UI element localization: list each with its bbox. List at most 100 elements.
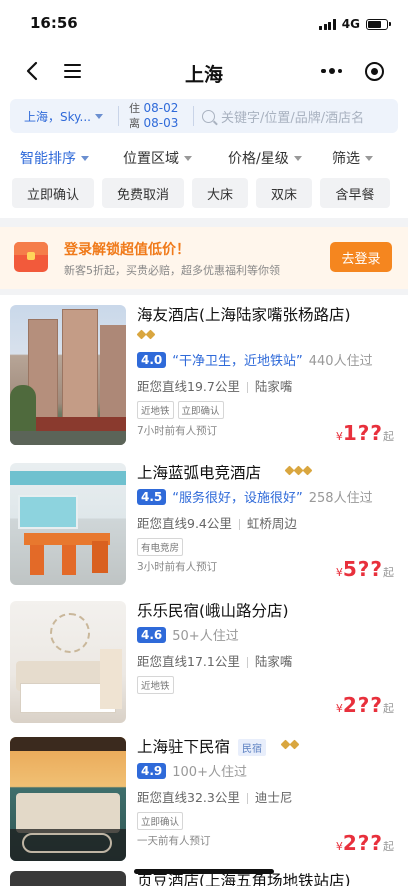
area-text: 陆家嘴	[254, 654, 293, 669]
rating-row: 4.9 100+人住过	[137, 761, 247, 780]
stay-count: 100+人住过	[172, 765, 247, 780]
nav-bar: 上海	[0, 48, 408, 96]
home-indicator	[134, 869, 274, 874]
hotel-name: 乐乐民宿(峨山路分店)	[137, 602, 289, 620]
chevron-down-icon	[94, 113, 103, 119]
filter-label: 筛选	[332, 151, 360, 167]
hotel-photo	[10, 305, 126, 445]
login-promo-banner: 登录解锁超值低价！ 新客5折起，买贵必赔，超多优惠福利等你领 去登录	[0, 227, 408, 289]
price-suffix: 起	[383, 566, 394, 579]
diamond-rating-icon	[136, 329, 156, 340]
price: ¥2??起	[336, 831, 394, 855]
city-selector[interactable]: 上海，Sky...	[10, 108, 118, 125]
price: ¥5??起	[336, 557, 394, 581]
filter-label: 价格/星级	[228, 151, 289, 167]
hotel-photo	[10, 463, 126, 585]
search-placeholder: 关键字/位置/品牌/酒店名	[221, 110, 365, 126]
distance-row: 距您直线17.1公里 陆家嘴	[137, 651, 292, 670]
quick-tag[interactable]: 立即确认	[12, 178, 94, 208]
distance-text: 距您直线19.7公里	[137, 379, 240, 394]
search-box: 上海，Sky... 住 08-02 离 08-03 关键字/位置/品牌/酒店名	[10, 99, 398, 133]
red-envelope-icon	[14, 242, 48, 272]
feature-tag: 近地铁	[137, 401, 174, 419]
quick-tag[interactable]: 双床	[256, 178, 312, 208]
filter-price-star[interactable]: 价格/星级	[228, 148, 302, 168]
filter-bar: 智能排序 位置区域 价格/星级 筛选	[0, 140, 408, 176]
signal-icon	[319, 18, 336, 30]
rating-row: 4.6 50+人住过	[137, 625, 239, 644]
currency-symbol: ¥	[335, 702, 343, 715]
currency-symbol: ¥	[335, 566, 343, 579]
keyword-search-input[interactable]: 关键字/位置/品牌/酒店名	[194, 107, 398, 126]
area-text: 虹桥周边	[246, 516, 297, 531]
tag-row: 近地铁 立即确认	[137, 401, 224, 419]
rating-row: 4.0 “干净卫生，近地铁站” 440人住过	[137, 350, 373, 369]
score-badge: 4.9	[137, 762, 167, 779]
hotel-card[interactable]: 上海驻下民宿 民宿 4.9 100+人住过 距您直线32.3公里 迪士尼 立即确认 …	[0, 727, 408, 865]
network-label: 4G	[341, 17, 360, 31]
price-value: 1??	[342, 421, 383, 445]
quick-tag[interactable]: 免费取消	[102, 178, 184, 208]
tag-row: 有电竞房	[137, 538, 184, 556]
checkout-label: 离	[129, 117, 140, 130]
score-badge: 4.0	[137, 351, 167, 368]
review-quote: “服务很好，设施很好”	[172, 491, 303, 506]
feature-tag: 有电竞房	[137, 538, 184, 556]
battery-icon	[366, 18, 391, 30]
currency-symbol: ¥	[335, 430, 343, 443]
more-options-button[interactable]	[310, 68, 353, 74]
score-badge: 4.6	[137, 626, 167, 643]
hotel-card[interactable]: 上海蓝弧电竞酒店 4.5 “服务很好，设施很好” 258人住过 距您直线9.4公…	[0, 453, 408, 591]
diamond-rating-icon	[280, 739, 300, 750]
status-time: 16:56	[30, 14, 78, 32]
login-button[interactable]: 去登录	[330, 242, 392, 272]
checkin-label: 住	[129, 102, 140, 115]
distance-row: 距您直线19.7公里 陆家嘴	[137, 376, 292, 395]
chevron-down-icon	[365, 155, 373, 161]
quick-tag[interactable]: 大床	[192, 178, 248, 208]
hotel-card[interactable]: 乐乐民宿(峨山路分店) 4.6 50+人住过 距您直线17.1公里 陆家嘴 近地铁…	[0, 591, 408, 727]
feature-tag: 立即确认	[177, 401, 224, 419]
checkout-date: 08-03	[143, 116, 179, 130]
tag-row: 近地铁	[137, 676, 174, 694]
distance-row: 距您直线9.4公里 虹桥周边	[137, 513, 297, 532]
quick-filter-row: 立即确认 免费取消 大床 双床 含早餐	[0, 176, 408, 218]
score-badge: 4.5	[137, 488, 167, 505]
status-indicators: 4G	[319, 17, 391, 31]
quick-tag[interactable]: 含早餐	[320, 178, 390, 208]
search-icon	[202, 109, 215, 123]
hotel-card[interactable]: 海友酒店(上海陆家嘴张杨路店) 4.0 “干净卫生，近地铁站” 440人住过 距…	[0, 295, 408, 453]
close-miniapp-button[interactable]	[353, 61, 396, 81]
homestay-badge: 民宿	[238, 739, 267, 756]
tag-row: 立即确认	[137, 812, 184, 830]
distance-text: 距您直线17.1公里	[137, 654, 240, 669]
target-icon	[365, 61, 384, 81]
hotel-photo	[10, 737, 126, 861]
area-text: 迪士尼	[254, 790, 293, 805]
filter-label: 智能排序	[20, 151, 76, 167]
filter-label: 位置区域	[123, 151, 179, 167]
miniapp-capsule	[310, 55, 396, 87]
filter-sort[interactable]: 智能排序	[20, 148, 89, 168]
chevron-down-icon	[184, 155, 192, 161]
chevron-down-icon	[293, 155, 302, 161]
price-value: 5??	[342, 557, 383, 581]
price-value: 2??	[342, 693, 383, 717]
date-selector[interactable]: 住 08-02 离 08-03	[119, 101, 193, 131]
currency-symbol: ¥	[335, 840, 343, 853]
filter-more[interactable]: 筛选	[332, 148, 373, 168]
hotel-name-text: 上海驻下民宿	[137, 738, 231, 756]
diamond-rating-icon	[284, 465, 313, 476]
distance-text: 距您直线9.4公里	[137, 516, 232, 531]
distance-row: 距您直线32.3公里 迪士尼	[137, 787, 292, 806]
rating-row: 4.5 “服务很好，设施很好” 258人住过	[137, 487, 373, 506]
hotel-name: 海友酒店(上海陆家嘴张杨路店)	[137, 306, 351, 324]
city-label: 上海，Sky...	[24, 109, 91, 124]
hotel-name: 上海驻下民宿 民宿	[137, 735, 267, 757]
promo-title: 登录解锁超值低价！	[64, 242, 190, 258]
review-quote: “干净卫生，近地铁站”	[172, 354, 303, 369]
filter-location[interactable]: 位置区域	[123, 148, 192, 168]
distance-text: 距您直线32.3公里	[137, 790, 240, 805]
recent-booking-text: 一天前有人预订	[137, 835, 211, 847]
chevron-down-icon	[81, 155, 89, 161]
